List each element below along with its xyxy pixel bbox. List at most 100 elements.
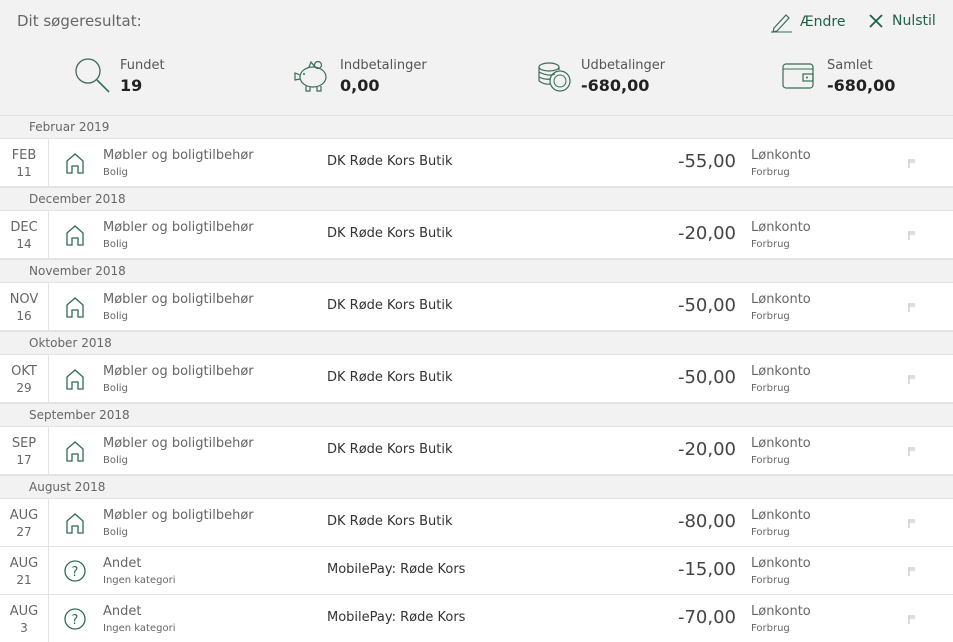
category-group: Bolig: [103, 455, 128, 466]
summary-withdrawals: Udbetalinger -680,00: [533, 56, 665, 96]
merchant-name: DK Røde Kors Butik: [327, 298, 453, 313]
date-month: AUG: [9, 604, 39, 619]
summary-total-value: -680,00: [827, 76, 896, 95]
flag-icon[interactable]: [907, 446, 917, 456]
transaction-date: FEB 11: [0, 139, 49, 186]
flag-icon[interactable]: [907, 518, 917, 528]
account-type: Forbrug: [751, 239, 790, 250]
category-name: Møbler og boligtilbehør: [103, 436, 254, 451]
account-type: Forbrug: [751, 575, 790, 586]
summary-withdrawals-label: Udbetalinger: [581, 58, 666, 73]
month-section-header: Februar 2019: [0, 115, 953, 139]
account-type: Forbrug: [751, 455, 790, 466]
transaction-row[interactable]: DEC 14 Møbler og boligtilbehør Bolig DK …: [0, 211, 953, 259]
summary-total-label: Samlet: [827, 58, 873, 73]
merchant-name: DK Røde Kors Butik: [327, 226, 453, 241]
transaction-row[interactable]: NOV 16 Møbler og boligtilbehør Bolig DK …: [0, 283, 953, 331]
reset-button[interactable]: Nulstil: [866, 11, 936, 31]
summary-found: Fundet 19: [72, 56, 165, 96]
house-icon: [66, 513, 84, 534]
merchant-name: DK Røde Kors Butik: [327, 370, 453, 385]
category-group: Bolig: [103, 383, 128, 394]
month-section-header: August 2018: [0, 475, 953, 499]
account-name: Lønkonto: [751, 148, 811, 163]
flag-icon[interactable]: [907, 614, 917, 624]
date-day: 29: [16, 381, 32, 395]
search-icon: [75, 58, 110, 93]
account-type: Forbrug: [751, 167, 790, 178]
category-name: Møbler og boligtilbehør: [103, 148, 254, 163]
svg-text:?: ?: [72, 565, 79, 580]
category-name: Møbler og boligtilbehør: [103, 220, 254, 235]
transaction-date: DEC 14: [0, 211, 49, 258]
merchant-name: DK Røde Kors Butik: [327, 514, 453, 529]
close-icon: [869, 14, 883, 28]
date-month: DEC: [10, 220, 38, 235]
date-day: 11: [16, 165, 32, 179]
merchant-name: DK Røde Kors Butik: [327, 154, 453, 169]
date-month: AUG: [9, 556, 39, 571]
svg-text:?: ?: [72, 613, 79, 628]
transaction-row[interactable]: AUG 27 Møbler og boligtilbehør Bolig DK …: [0, 499, 953, 547]
wallet-icon: [782, 63, 814, 89]
transaction-amount: -20,00: [677, 223, 736, 244]
account-type: Forbrug: [751, 311, 790, 322]
account-name: Lønkonto: [751, 364, 811, 379]
flag-icon[interactable]: [907, 566, 917, 576]
transaction-date: AUG 3: [0, 595, 49, 642]
flag-icon[interactable]: [907, 230, 917, 240]
transaction-row[interactable]: SEP 17 Møbler og boligtilbehør Bolig DK …: [0, 427, 953, 475]
month-section-header: December 2018: [0, 187, 953, 211]
account-name: Lønkonto: [751, 604, 811, 619]
pencil-icon: [771, 14, 792, 33]
transaction-amount: -50,00: [677, 367, 736, 388]
date-month: OKT: [11, 364, 37, 379]
date-day: 3: [20, 621, 28, 635]
category-name: Møbler og boligtilbehør: [103, 292, 254, 307]
merchant-name: MobilePay: Røde Kors: [327, 610, 466, 625]
month-section-header: Oktober 2018: [0, 331, 953, 355]
summary-deposits: Indbetalinger 0,00: [292, 56, 427, 96]
category-name: Møbler og boligtilbehør: [103, 364, 254, 379]
transaction-date: AUG 27: [0, 499, 49, 546]
edit-label: Ændre: [800, 14, 846, 30]
category-name: Andet: [103, 556, 142, 571]
date-month: FEB: [11, 148, 37, 163]
transaction-date: NOV 16: [0, 283, 49, 330]
piggy-bank-icon: [294, 60, 327, 92]
date-month: NOV: [9, 292, 39, 307]
reset-label: Nulstil: [892, 13, 936, 29]
transaction-amount: -15,00: [677, 559, 736, 580]
transaction-amount: -70,00: [677, 607, 736, 628]
transaction-row[interactable]: AUG 3 ? Andet Ingen kategori MobilePay: …: [0, 595, 953, 642]
month-section-header: November 2018: [0, 259, 953, 283]
transaction-row[interactable]: OKT 29 Møbler og boligtilbehør Bolig DK …: [0, 355, 953, 403]
merchant-name: DK Røde Kors Butik: [327, 442, 453, 457]
edit-button[interactable]: Ændre: [770, 11, 845, 33]
flag-icon[interactable]: [907, 374, 917, 384]
account-name: Lønkonto: [751, 292, 811, 307]
date-month: AUG: [9, 508, 39, 523]
house-icon: [66, 297, 84, 318]
summary-total: Samlet -680,00: [779, 56, 895, 96]
date-day: 21: [16, 573, 32, 587]
transaction-row[interactable]: FEB 11 Møbler og boligtilbehør Bolig DK …: [0, 139, 953, 187]
account-name: Lønkonto: [751, 508, 811, 523]
flag-icon[interactable]: [907, 302, 917, 312]
account-name: Lønkonto: [751, 436, 811, 451]
flag-icon[interactable]: [907, 158, 917, 168]
transaction-row[interactable]: AUG 21 ? Andet Ingen kategori MobilePay:…: [0, 547, 953, 595]
question-icon: ?: [64, 560, 86, 582]
transaction-amount: -55,00: [677, 151, 736, 172]
account-type: Forbrug: [751, 623, 790, 634]
search-summary-header: Dit søgeresultat: Ændre Nulstil Fundet 1…: [0, 0, 953, 115]
page-title: Dit søgeresultat:: [17, 12, 142, 30]
category-group: Bolig: [103, 527, 128, 538]
date-day: 17: [16, 453, 32, 467]
transaction-amount: -80,00: [677, 511, 736, 532]
transaction-date: SEP 17: [0, 427, 49, 474]
account-name: Lønkonto: [751, 556, 811, 571]
house-icon: [66, 153, 84, 174]
coins-icon: [538, 62, 571, 92]
house-icon: [66, 225, 84, 246]
